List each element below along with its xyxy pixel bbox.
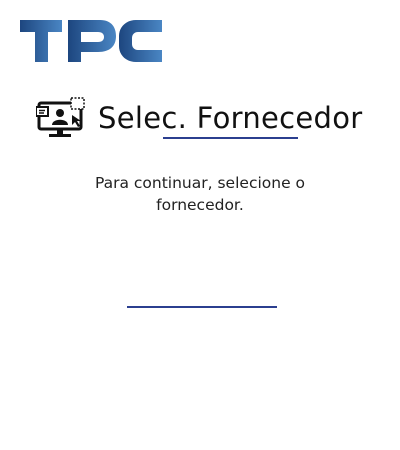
provider-select[interactable] [127,288,277,308]
page-title: Selec. Fornecedor [98,101,363,135]
tpc-logo-icon [20,20,162,62]
page-header: Selec. Fornecedor [35,97,363,139]
tpc-logo [18,16,164,66]
instruction-text: Para continuar, selecione o fornecedor. [94,174,306,215]
title-underline [163,137,298,139]
provider-select-monitor-icon [35,97,86,139]
